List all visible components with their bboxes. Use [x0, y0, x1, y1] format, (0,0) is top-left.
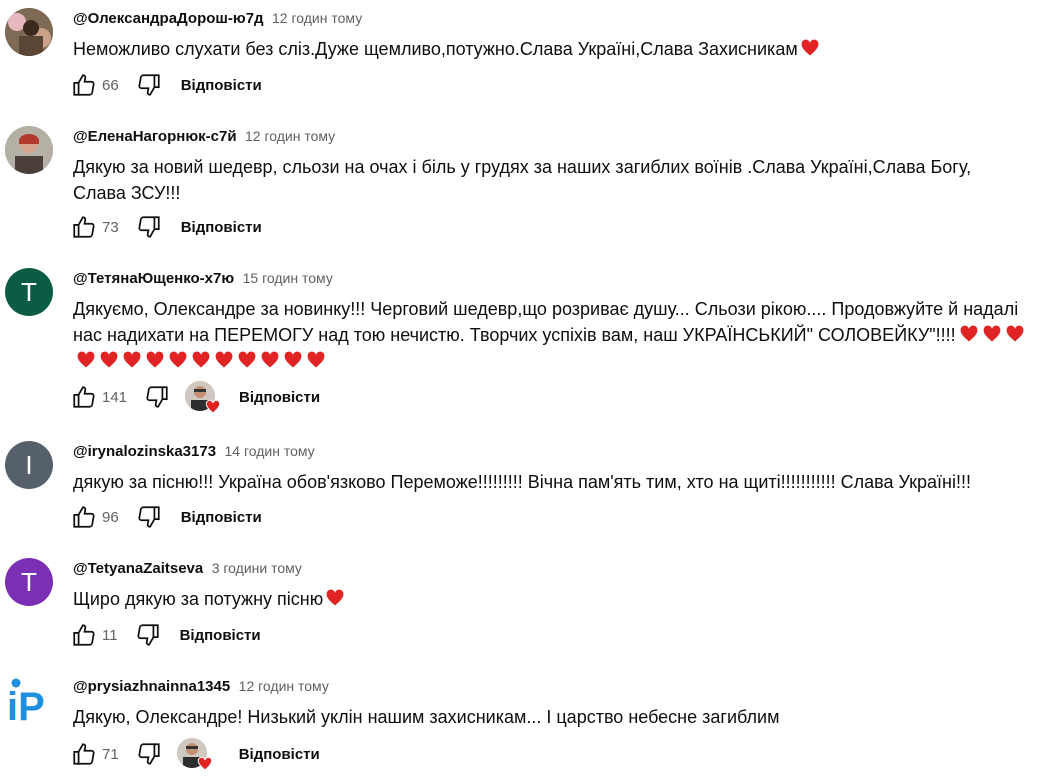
author-name[interactable]: @ОлександраДорош-ю7д: [73, 10, 264, 27]
avatar[interactable]: [5, 8, 53, 56]
heart-emoji: [307, 351, 325, 368]
heart-emoji: [100, 351, 118, 368]
heart-emoji: [960, 325, 978, 342]
avatar-letter: T: [21, 276, 37, 307]
reply-button[interactable]: Відповісти: [180, 627, 261, 644]
avatar[interactable]: T: [5, 268, 53, 316]
reply-button[interactable]: Відповісти: [181, 509, 262, 526]
thumb-down-icon[interactable]: [135, 503, 163, 531]
avatar[interactable]: T: [5, 558, 53, 606]
author-name[interactable]: @prysiazhnainna1345: [73, 678, 230, 695]
ip-logo: iP: [7, 678, 45, 724]
heart-emoji: [192, 351, 210, 368]
like-count: 71: [102, 745, 119, 763]
reply-button[interactable]: Відповісти: [239, 746, 320, 763]
comment-actions: 66 Відповісти: [70, 70, 262, 100]
comment-text: Дякуємо, Олександре за новинку!!! Чергов…: [73, 296, 1033, 374]
avatar-letter: T: [21, 566, 37, 597]
comment-text-content: Неможливо слухати без сліз.Дуже щемливо,…: [73, 39, 798, 59]
thumb-up-icon[interactable]: [70, 213, 98, 241]
comment-time[interactable]: 12 годин тому: [245, 128, 335, 144]
heart-icon: [197, 756, 212, 771]
comment-text: Неможливо слухати без сліз.Дуже щемливо,…: [73, 36, 1028, 62]
heart-emoji: [284, 351, 302, 368]
like-count: 141: [102, 388, 128, 406]
thumb-down-icon[interactable]: [135, 740, 163, 768]
author-name[interactable]: @irynalozinska3173: [73, 443, 216, 460]
comment-header: @ОлександраДорош-ю7д 12 годин тому: [73, 8, 362, 29]
comment-text-content: Дякуємо, Олександре за новинку!!! Чергов…: [73, 299, 1019, 345]
comment-actions: 73 Відповісти: [70, 212, 262, 242]
heart-emoji: [146, 351, 164, 368]
avatar-photo: [5, 8, 53, 56]
ip-logo-text: iP: [7, 685, 45, 724]
like-count: 11: [102, 626, 118, 644]
heart-emoji: [326, 589, 344, 606]
heart-emoji: [983, 325, 1001, 342]
avatar-photo: [5, 126, 53, 174]
comment-actions: 141 Відповісти: [70, 381, 320, 414]
comment-text-content: Щиро дякую за потужну пісню: [73, 589, 324, 609]
comment-header: @ТетянаЮщенко-х7ю 15 годин тому: [73, 268, 333, 289]
comment-time[interactable]: 14 годин тому: [225, 443, 315, 459]
comment-text: дякую за пісню!!! Україна обов'язково Пе…: [73, 472, 971, 492]
heart-emoji: [123, 351, 141, 368]
heart-emoji: [77, 351, 95, 368]
thumb-up-icon[interactable]: [70, 383, 98, 411]
reply-button[interactable]: Відповісти: [181, 77, 262, 94]
comment-header: @ЕленаНагорнюк-с7й 12 годин тому: [73, 126, 335, 147]
heart-emoji: [215, 351, 233, 368]
comment-actions: 96 Відповісти: [70, 502, 262, 532]
like-count: 73: [102, 218, 119, 236]
comment-actions: 71 Відповісти: [70, 738, 320, 771]
comment-text: Дякую за новий шедевр, сльози на очах і …: [73, 157, 972, 203]
comment-header: @irynalozinska3173 14 годин тому: [73, 441, 315, 462]
thumb-down-icon[interactable]: [135, 213, 163, 241]
heart-emoji: [261, 351, 279, 368]
comment-text: Щиро дякую за потужну пісню: [73, 586, 1028, 612]
thumb-down-icon[interactable]: [134, 621, 162, 649]
reply-button[interactable]: Відповісти: [239, 389, 320, 406]
comment-time[interactable]: 15 годин тому: [243, 270, 333, 286]
comment-header: @TetyanaZaitseva 3 години тому: [73, 558, 302, 579]
comment-actions: 11 Відповісти: [70, 620, 261, 650]
thumb-down-icon[interactable]: [135, 71, 163, 99]
creator-heart-badge: [176, 738, 212, 771]
avatar-letter: I: [25, 449, 33, 480]
thumb-down-icon[interactable]: [143, 383, 171, 411]
thumb-up-icon[interactable]: [70, 621, 98, 649]
avatar[interactable]: [5, 126, 53, 174]
avatar[interactable]: I: [5, 441, 53, 489]
creator-heart-badge: [185, 381, 221, 414]
author-name[interactable]: @TetyanaZaitseva: [73, 560, 203, 577]
author-name[interactable]: @ТетянаЮщенко-х7ю: [73, 270, 234, 287]
heart-icon: [205, 399, 221, 414]
like-count: 66: [102, 76, 119, 94]
reply-button[interactable]: Відповісти: [181, 219, 262, 236]
thumb-up-icon[interactable]: [70, 740, 98, 768]
comment-time[interactable]: 3 години тому: [212, 560, 302, 576]
comment-text: Дякую, Олександре! Низький уклін нашим з…: [73, 707, 780, 727]
heart-emoji: [1006, 325, 1024, 342]
avatar[interactable]: iP: [5, 676, 53, 724]
comment-time[interactable]: 12 годин тому: [272, 10, 362, 26]
comment-header: @prysiazhnainna1345 12 годин тому: [73, 676, 329, 697]
thumb-up-icon[interactable]: [70, 503, 98, 531]
heart-emoji: [169, 351, 187, 368]
author-name[interactable]: @ЕленаНагорнюк-с7й: [73, 128, 237, 145]
heart-emoji: [238, 351, 256, 368]
thumb-up-icon[interactable]: [70, 71, 98, 99]
heart-emoji: [801, 39, 819, 56]
comment-time[interactable]: 12 годин тому: [239, 678, 329, 694]
like-count: 96: [102, 508, 119, 526]
